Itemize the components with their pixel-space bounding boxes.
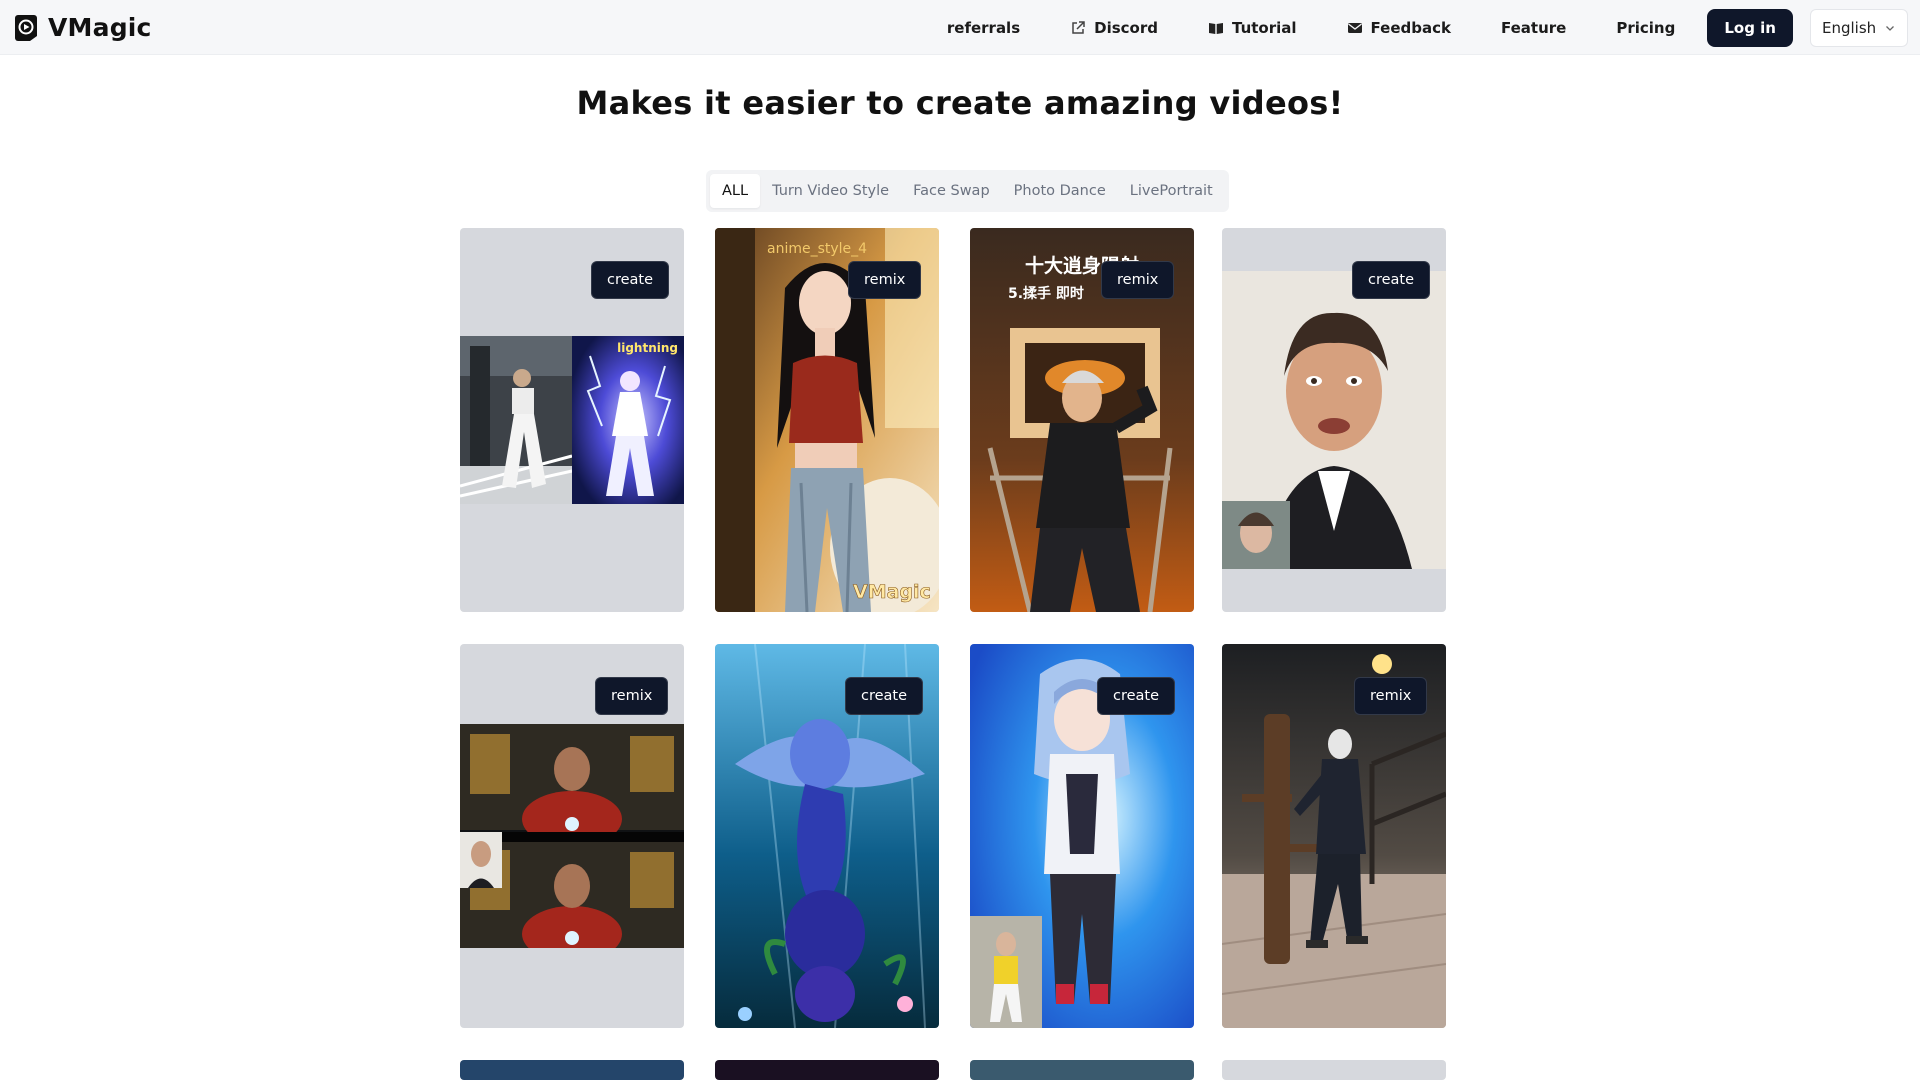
brand[interactable]: VMagic xyxy=(14,13,152,42)
nav-referrals-label: referrals xyxy=(946,19,1021,37)
category-tabs: ALL Turn Video Style Face Swap Photo Dan… xyxy=(706,170,1229,212)
template-card[interactable] xyxy=(1222,1060,1446,1080)
remix-button[interactable]: remix xyxy=(595,677,669,715)
page-title: Makes it easier to create amazing videos… xyxy=(576,84,1344,122)
create-button[interactable]: create xyxy=(1352,261,1431,299)
tab-liveportrait[interactable]: LivePortrait xyxy=(1118,174,1225,208)
nav-pricing-label: Pricing xyxy=(1616,19,1676,37)
brand-name: VMagic xyxy=(48,13,152,42)
language-value: English xyxy=(1822,19,1877,37)
template-card[interactable]: lightning create xyxy=(460,228,684,612)
remix-button[interactable]: remix xyxy=(1101,261,1175,299)
remix-button[interactable]: remix xyxy=(1354,677,1428,715)
nav-referrals[interactable]: referrals xyxy=(947,19,1020,37)
card-preview-image: lightning xyxy=(460,336,684,504)
card-watermark-text: VMagic xyxy=(853,581,931,603)
nav-tutorial[interactable]: Tutorial xyxy=(1208,19,1297,37)
card-overlay-text: anime_style_4 xyxy=(767,241,867,257)
nav-tutorial-label: Tutorial xyxy=(1232,19,1297,37)
tab-face-swap[interactable]: Face Swap xyxy=(901,174,1002,208)
template-card[interactable]: 十大逍身陽射 5.揉手 即时 remix xyxy=(970,228,1194,612)
envelope-icon xyxy=(1347,23,1362,33)
template-card[interactable] xyxy=(715,1060,939,1080)
nav-feature[interactable]: Feature xyxy=(1501,19,1566,37)
tab-all[interactable]: ALL xyxy=(710,174,761,208)
chevron-down-icon xyxy=(1886,26,1894,31)
top-navbar: VMagic referrals Discord Tutorial Feedba… xyxy=(0,0,1920,55)
nav-discord[interactable]: Discord xyxy=(1070,19,1158,37)
create-button[interactable]: create xyxy=(1097,677,1176,715)
create-button[interactable]: create xyxy=(591,261,670,299)
template-card[interactable] xyxy=(970,1060,1194,1080)
nav-discord-label: Discord xyxy=(1094,19,1158,37)
nav-feedback-label: Feedback xyxy=(1370,19,1451,37)
nav-feedback[interactable]: Feedback xyxy=(1347,19,1451,37)
book-icon xyxy=(1209,23,1223,34)
template-card[interactable]: create xyxy=(715,644,939,1028)
nav-pricing[interactable]: Pricing xyxy=(1616,19,1675,37)
tab-turn-video-style[interactable]: Turn Video Style xyxy=(760,174,901,208)
vmagic-logo-icon xyxy=(15,14,37,41)
main-nav: referrals Discord Tutorial Feedback Feat xyxy=(947,9,1908,47)
card-preview-image xyxy=(460,724,684,948)
language-select[interactable]: English xyxy=(1810,9,1908,47)
external-link-icon xyxy=(1072,21,1085,34)
template-card[interactable]: create xyxy=(1222,228,1446,612)
template-card[interactable]: create xyxy=(970,644,1194,1028)
card-overlay-subtext: 5.揉手 即时 xyxy=(1008,285,1084,302)
card-overlay-text: lightning xyxy=(617,341,678,355)
template-card[interactable] xyxy=(460,1060,684,1080)
card-preview-image xyxy=(1222,271,1446,569)
nav-feature-label: Feature xyxy=(1501,19,1567,37)
template-card[interactable]: anime_style_4 VMagic remix xyxy=(715,228,939,612)
create-button[interactable]: create xyxy=(845,677,924,715)
tab-photo-dance[interactable]: Photo Dance xyxy=(1002,174,1118,208)
template-card[interactable]: remix xyxy=(1222,644,1446,1028)
remix-button[interactable]: remix xyxy=(848,261,922,299)
login-button[interactable]: Log in xyxy=(1707,9,1793,47)
template-card[interactable]: remix xyxy=(460,644,684,1028)
